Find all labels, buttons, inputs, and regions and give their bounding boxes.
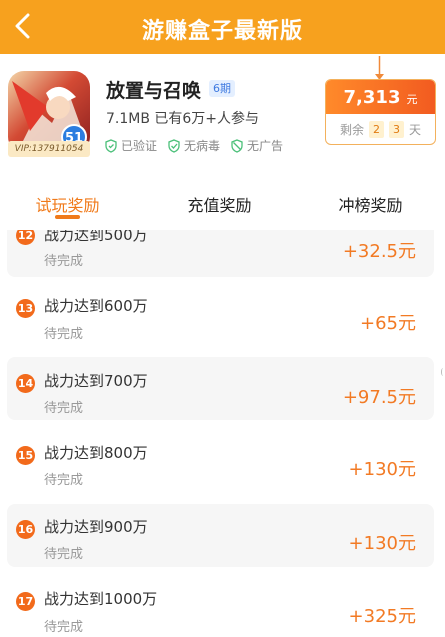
task-number: 13	[16, 299, 35, 318]
day-digit: 3	[389, 121, 404, 138]
task-row[interactable]: 16 战力达到900万 待完成 +130元	[7, 504, 434, 567]
tab-recharge-reward[interactable]: 充值奖励	[172, 186, 267, 226]
remaining-label: 剩余	[339, 123, 364, 137]
task-row[interactable]: 15 战力达到800万 待完成 +130元	[7, 431, 434, 494]
task-number: 15	[16, 446, 35, 465]
task-row[interactable]: 14 战力达到700万 待完成 +97.5元	[7, 357, 434, 420]
task-title: 战力达到600万	[44, 297, 148, 315]
scroll-edge-mark	[441, 368, 445, 376]
task-amount: +97.5元	[342, 387, 416, 408]
task-row[interactable]: 13 战力达到600万 待完成 +65元	[7, 282, 434, 345]
reward-pointer-icon	[375, 56, 384, 80]
safety-badges: 已验证 无病毒 无广告	[104, 137, 283, 154]
page-title: 游赚盒子最新版	[141, 19, 303, 44]
task-number: 16	[16, 520, 35, 539]
remaining-days: 剩余 2 3 天	[326, 114, 435, 144]
no-virus-label: 无病毒	[184, 139, 221, 153]
reward-amount-area: 7,313 元	[326, 80, 435, 114]
reward-unit: 元	[406, 93, 418, 106]
task-row[interactable]: 17 战力达到1000万 待完成 +325元	[7, 578, 434, 637]
tab-ranking-reward[interactable]: 冲榜奖励	[323, 186, 418, 226]
task-title: 战力达到700万	[44, 372, 148, 390]
reward-amount: 7,313	[343, 87, 401, 108]
task-list: 12 战力达到500万 待完成 +32.5元 13 战力达到600万 待完成 +…	[0, 230, 445, 637]
task-number: 17	[16, 592, 35, 611]
no-virus-badge: 无病毒	[167, 137, 220, 154]
no-ads-label: 无广告	[247, 139, 284, 153]
tab-trial-reward[interactable]: 试玩奖励	[20, 186, 115, 226]
no-ads-badge: 无广告	[230, 137, 283, 154]
reward-card[interactable]: 7,313 元 剩余 2 3 天	[325, 79, 436, 145]
task-status: 待完成	[44, 620, 84, 635]
active-tab-indicator	[55, 215, 80, 219]
verified-label: 已验证	[121, 139, 158, 153]
task-amount: +65元	[360, 313, 416, 334]
task-amount: +32.5元	[342, 241, 416, 262]
task-row[interactable]: 12 战力达到500万 待完成 +32.5元	[7, 230, 434, 277]
task-amount: +325元	[348, 606, 416, 627]
check-shield-icon	[168, 138, 180, 153]
task-amount: +130元	[348, 533, 416, 554]
task-status: 待完成	[44, 401, 84, 416]
app-header: 游赚盒子最新版	[0, 0, 445, 54]
day-digit: 2	[369, 121, 384, 138]
task-title: 战力达到1000万	[44, 590, 158, 608]
task-number: 12	[16, 230, 35, 245]
day-unit: 天	[409, 123, 422, 137]
reward-tabs: 试玩奖励 充值奖励 冲榜奖励	[0, 186, 445, 226]
task-number: 14	[16, 374, 35, 393]
task-status: 待完成	[44, 473, 84, 488]
period-badge: 6期	[209, 80, 235, 97]
task-status: 待完成	[44, 547, 84, 562]
task-title: 战力达到500万	[44, 230, 148, 244]
task-status: 待完成	[44, 254, 84, 269]
task-title: 战力达到800万	[44, 444, 148, 462]
verified-badge: 已验证	[104, 137, 157, 154]
task-status: 待完成	[44, 327, 84, 342]
no-ads-shield-icon	[231, 138, 243, 153]
task-title: 战力达到900万	[44, 518, 148, 536]
game-name: 放置与召唤	[106, 80, 202, 102]
game-meta: 7.1MB 已有6万+人参与	[106, 111, 260, 127]
vip-id-label: VIP:137911054	[8, 141, 90, 157]
task-amount: +130元	[348, 459, 416, 480]
verified-shield-icon	[105, 138, 117, 153]
